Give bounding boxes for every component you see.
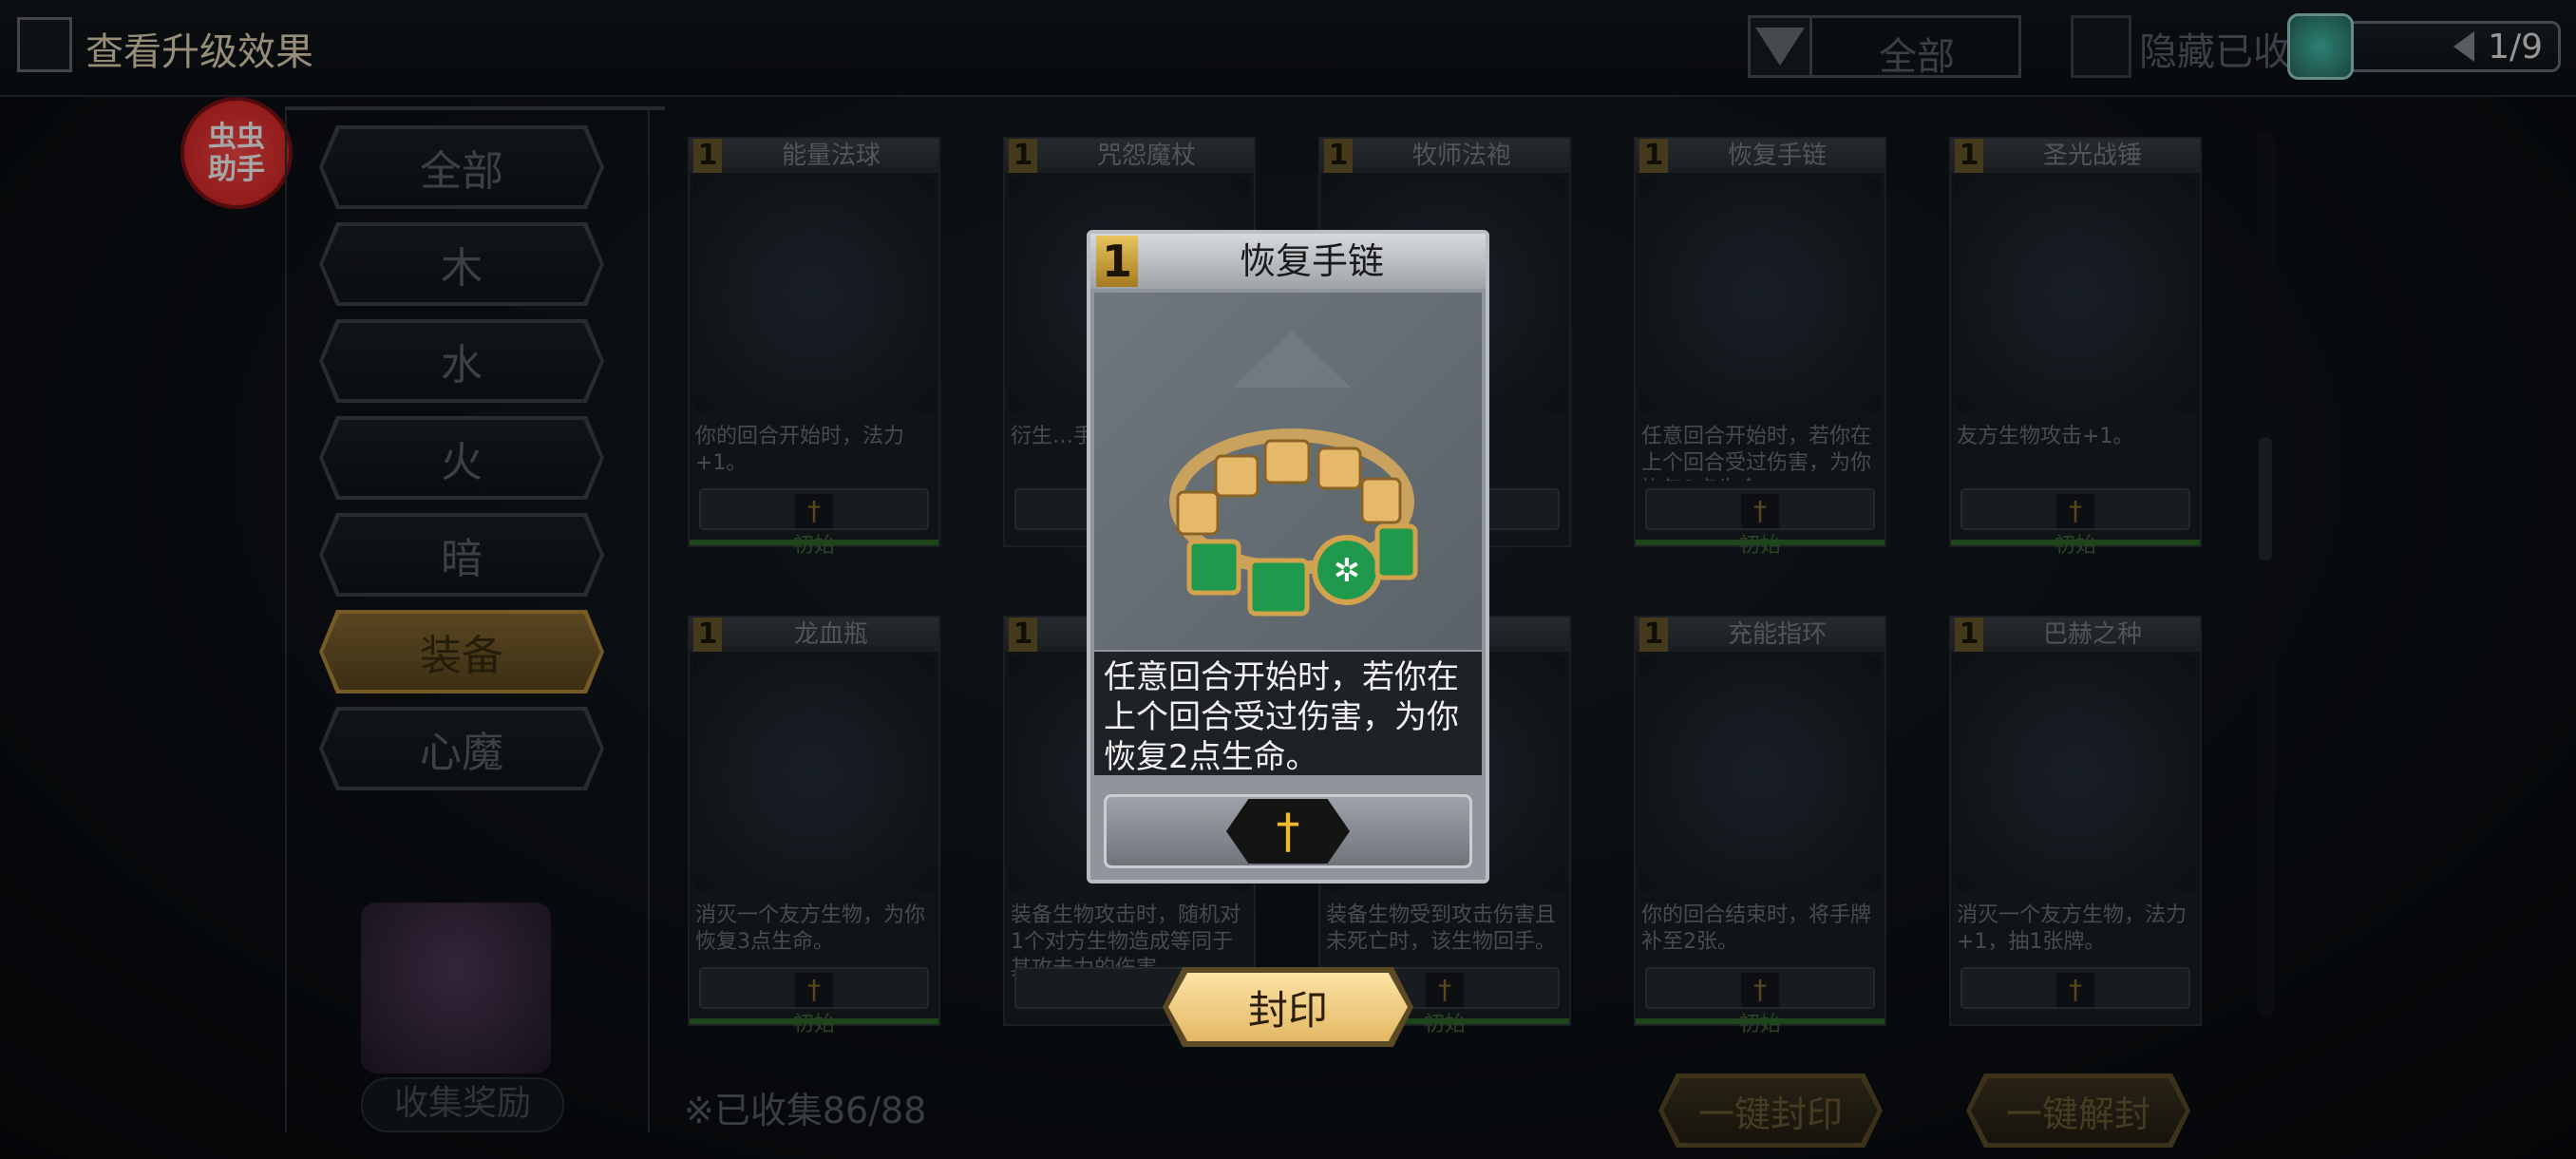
svg-text:✲: ✲ — [1334, 552, 1361, 590]
seal-button[interactable]: 封印 — [1163, 967, 1413, 1047]
popup-art: ✲ — [1094, 293, 1482, 650]
bracelet-icon: ✲ — [1169, 331, 1418, 617]
seal-label: 封印 — [1168, 973, 1408, 1041]
popup-name: 恢复手链 — [1239, 240, 1384, 282]
popup-cost: 1 — [1096, 236, 1138, 287]
card-detail-popup: 1 恢复手链 ✲ 任意回合开始时，若你在上个回合受过伤害，为你恢复2点生命。 † — [1087, 230, 1489, 884]
popup-slot: † — [1104, 794, 1472, 868]
sword-icon: † — [1226, 799, 1350, 864]
popup-desc: 任意回合开始时，若你在上个回合受过伤害，为你恢复2点生命。 — [1094, 652, 1482, 776]
